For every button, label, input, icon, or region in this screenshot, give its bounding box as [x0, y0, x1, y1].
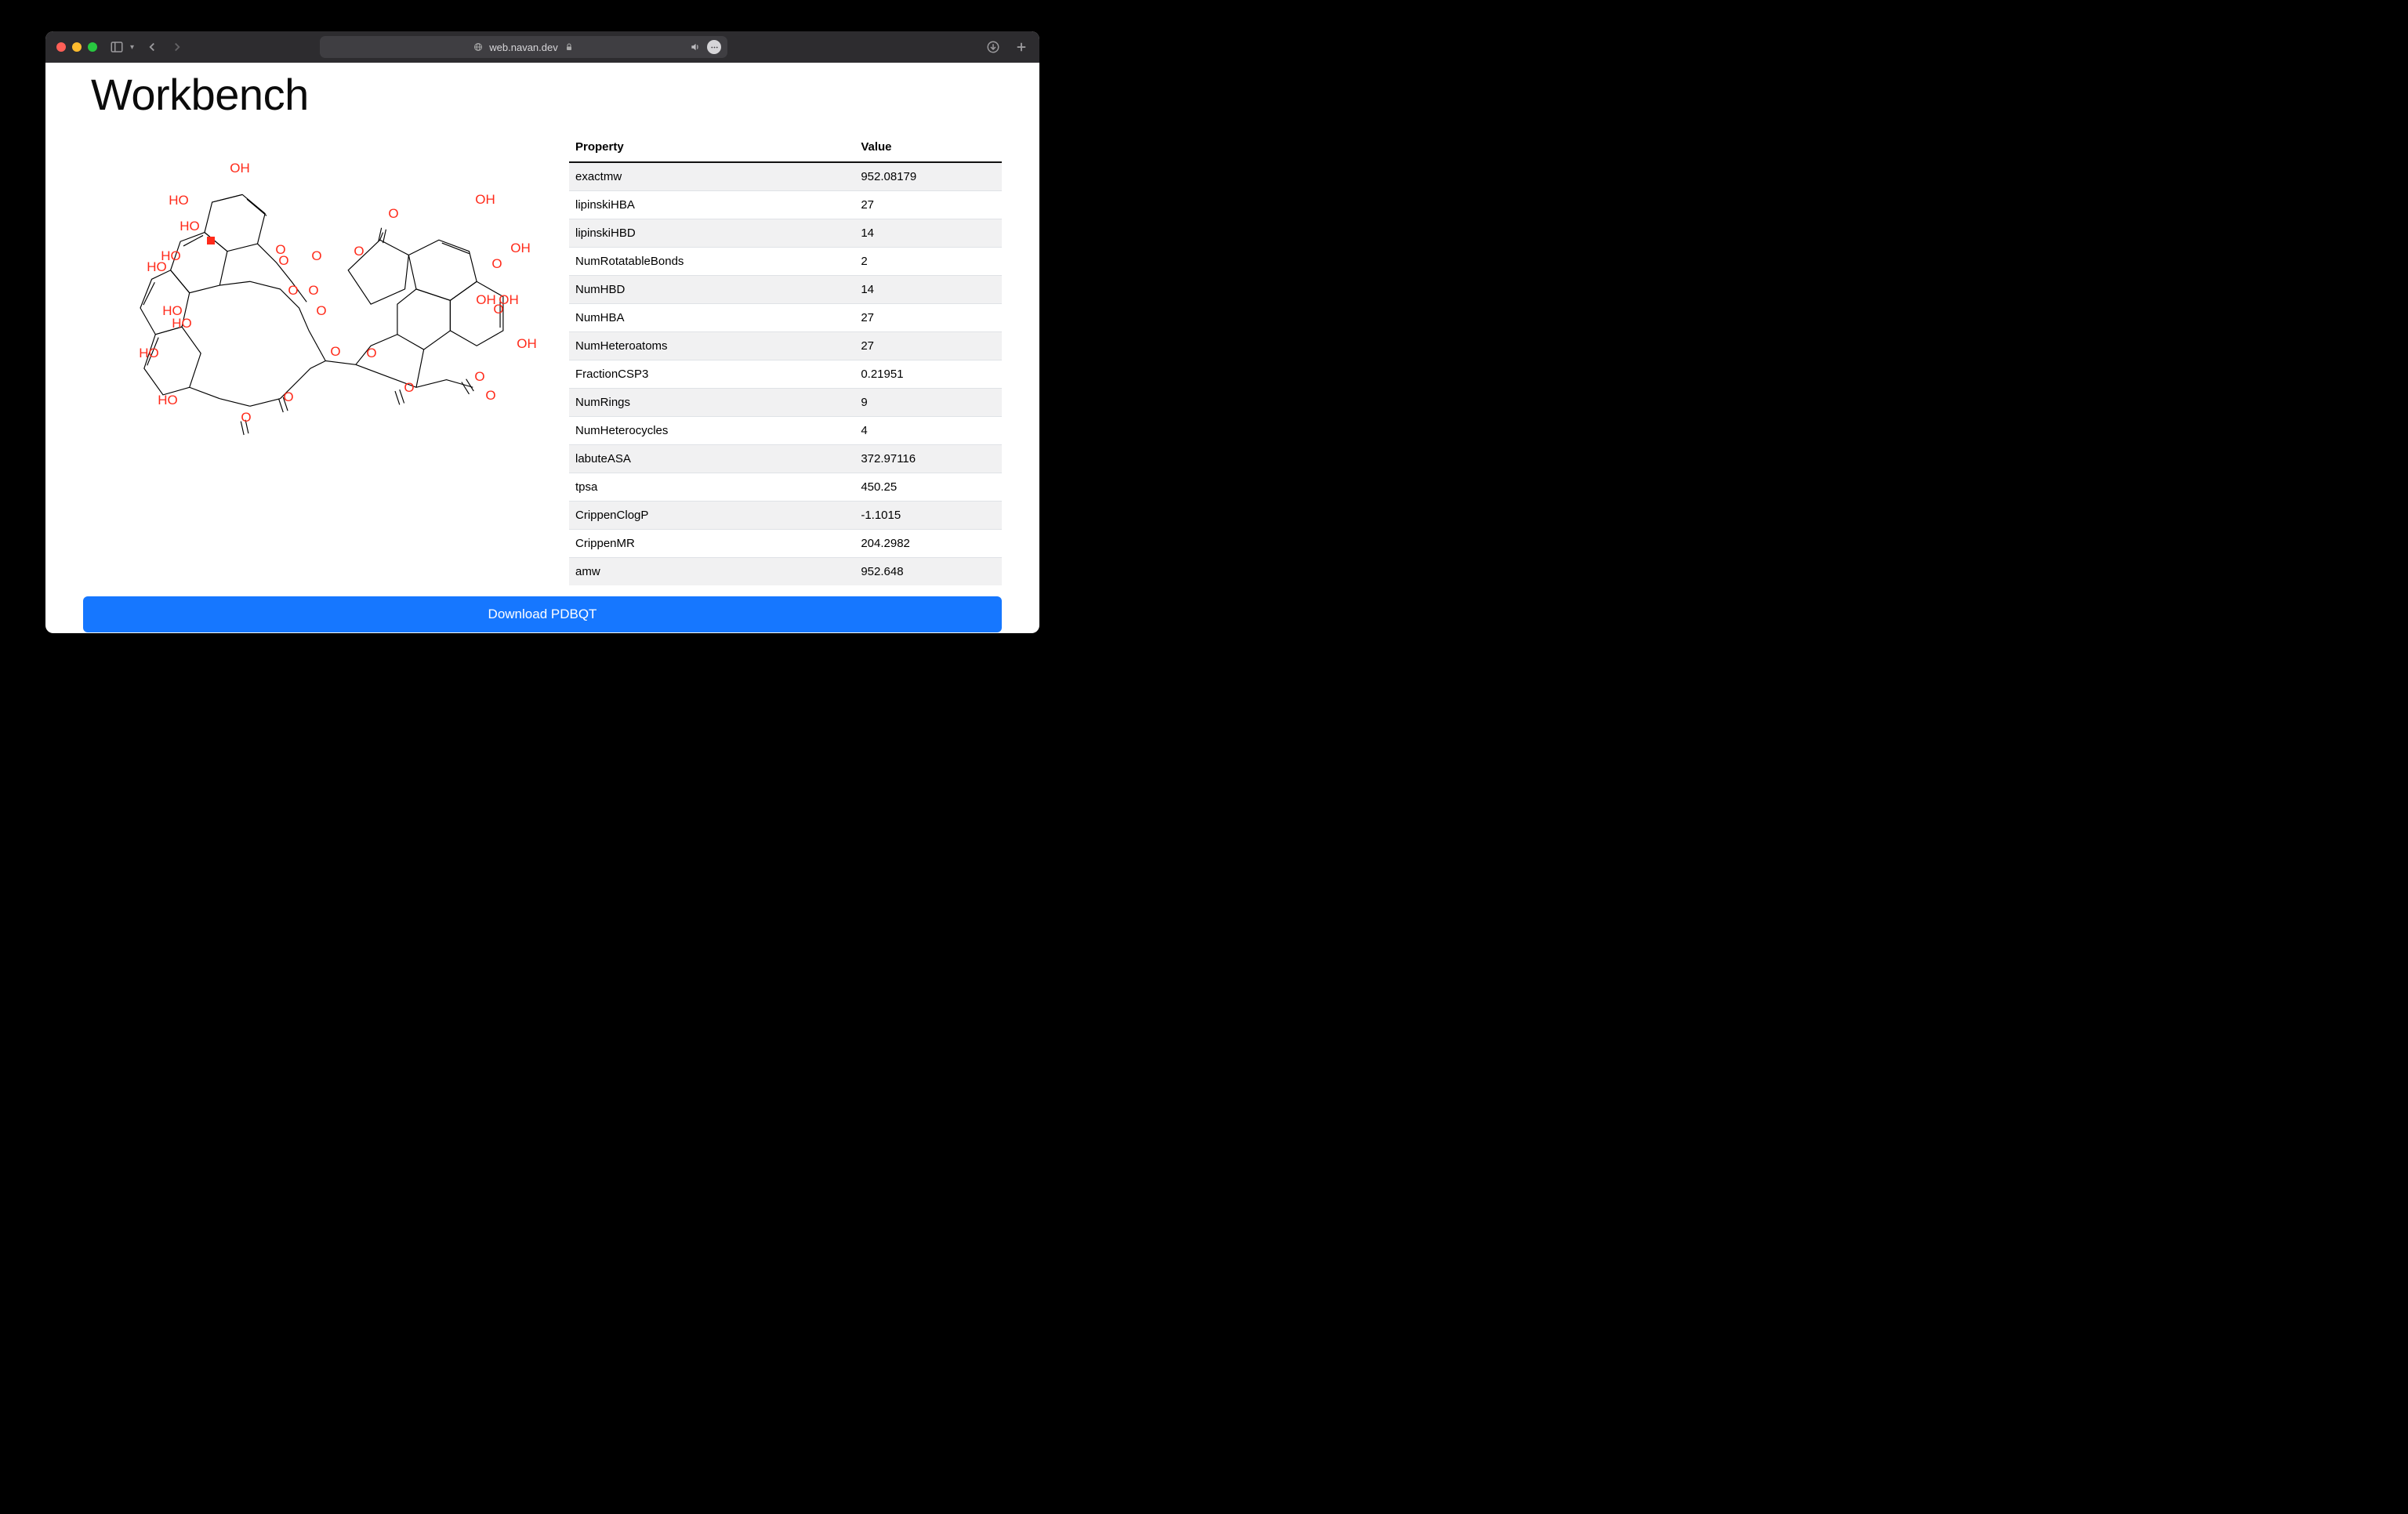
value-cell: 27 [854, 304, 1002, 332]
molecule-diagram: OHHOHOHOHOOOOOOOOOOHOHOHOHOHOOHOHOHOHOOO… [99, 151, 522, 465]
table-row: tpsa450.25 [569, 473, 1002, 502]
property-cell: CrippenClogP [569, 502, 854, 530]
speaker-icon[interactable] [690, 42, 701, 53]
table-row: NumRotatableBonds2 [569, 248, 1002, 276]
atom-marker-icon [207, 237, 215, 244]
page-title: Workbench [91, 69, 994, 120]
value-cell: 14 [854, 276, 1002, 304]
atom-label: O [354, 244, 364, 259]
atom-label: O [330, 344, 340, 360]
table-row: exactmw952.08179 [569, 162, 1002, 191]
property-cell: lipinskiHBA [569, 191, 854, 219]
properties-table: Property Value exactmw952.08179lipinskiH… [569, 132, 1002, 585]
atom-label: O [388, 206, 398, 222]
atom-label: O [241, 410, 251, 426]
atom-label: O [311, 248, 321, 264]
atom-label: O [474, 369, 484, 385]
property-cell: NumHBA [569, 304, 854, 332]
property-cell: NumRings [569, 389, 854, 417]
value-cell: 14 [854, 219, 1002, 248]
table-row: NumHBD14 [569, 276, 1002, 304]
table-row: NumHeterocycles4 [569, 417, 1002, 445]
atom-label: O [288, 283, 298, 299]
value-cell: 9 [854, 389, 1002, 417]
table-row: CrippenMR204.2982 [569, 530, 1002, 558]
atom-label: O [491, 256, 502, 272]
address-bar[interactable]: web.navan.dev [320, 36, 727, 58]
atom-label: O [485, 388, 495, 404]
property-cell: FractionCSP3 [569, 360, 854, 389]
property-cell: tpsa [569, 473, 854, 502]
chevron-down-icon[interactable]: ▾ [130, 43, 134, 52]
property-cell: NumHeteroatoms [569, 332, 854, 360]
property-cell: amw [569, 558, 854, 586]
table-row: FractionCSP30.21951 [569, 360, 1002, 389]
value-cell: 952.648 [854, 558, 1002, 586]
minimize-window-button[interactable] [72, 42, 82, 52]
table-row: labuteASA372.97116 [569, 445, 1002, 473]
value-cell: 27 [854, 332, 1002, 360]
window-controls [56, 42, 97, 52]
atom-label: HO [169, 193, 189, 208]
atom-label: O [316, 303, 326, 319]
value-cell: 2 [854, 248, 1002, 276]
atom-label: O [278, 253, 288, 269]
atom-label: O [366, 346, 376, 361]
value-cell: 204.2982 [854, 530, 1002, 558]
table-row: NumRings9 [569, 389, 1002, 417]
sidebar-toggle-icon[interactable] [110, 40, 124, 54]
titlebar: ▾ web.navan.dev [45, 31, 1039, 63]
property-cell: lipinskiHBD [569, 219, 854, 248]
property-cell: exactmw [569, 162, 854, 191]
molecule-panel: OHHOHOHOHOOOOOOOOOOHOHOHOHOHOOHOHOHOHOOO… [83, 126, 538, 585]
column-header-value: Value [854, 132, 1002, 162]
table-row: lipinskiHBA27 [569, 191, 1002, 219]
forward-button-icon[interactable] [170, 40, 184, 54]
atom-label: HO [172, 316, 192, 331]
table-row: lipinskiHBD14 [569, 219, 1002, 248]
reader-icon[interactable] [707, 40, 721, 54]
atom-label: OH [230, 161, 250, 176]
table-row: amw952.648 [569, 558, 1002, 586]
value-cell: 27 [854, 191, 1002, 219]
property-cell: NumHeterocycles [569, 417, 854, 445]
atom-label: HO [147, 259, 167, 275]
value-cell: 4 [854, 417, 1002, 445]
table-row: NumHBA27 [569, 304, 1002, 332]
globe-icon [473, 42, 483, 52]
value-cell: 952.08179 [854, 162, 1002, 191]
property-cell: CrippenMR [569, 530, 854, 558]
atom-label: O [404, 380, 414, 396]
table-row: NumHeteroatoms27 [569, 332, 1002, 360]
atom-label: HO [158, 393, 178, 408]
property-cell: NumHBD [569, 276, 854, 304]
value-cell: 372.97116 [854, 445, 1002, 473]
lock-icon [564, 42, 574, 52]
download-pdbqt-button[interactable]: Download PDBQT [83, 596, 1002, 632]
maximize-window-button[interactable] [88, 42, 97, 52]
atom-label: HO [180, 219, 200, 234]
property-cell: labuteASA [569, 445, 854, 473]
close-window-button[interactable] [56, 42, 66, 52]
atom-label: OH [510, 241, 531, 256]
atom-label: O [493, 302, 503, 317]
table-row: CrippenClogP-1.1015 [569, 502, 1002, 530]
browser-window: ▾ web.navan.dev [45, 31, 1039, 633]
atom-label: HO [139, 346, 159, 361]
downloads-icon[interactable] [986, 40, 1000, 54]
property-cell: NumRotatableBonds [569, 248, 854, 276]
back-button-icon[interactable] [145, 40, 159, 54]
new-tab-icon[interactable] [1014, 40, 1028, 54]
atom-label: O [283, 389, 293, 405]
value-cell: 0.21951 [854, 360, 1002, 389]
page-content: Workbench [45, 63, 1039, 633]
atom-label: O [308, 283, 318, 299]
value-cell: 450.25 [854, 473, 1002, 502]
atom-label: OH [475, 192, 495, 208]
address-host: web.navan.dev [489, 42, 557, 53]
value-cell: -1.1015 [854, 502, 1002, 530]
atom-label: OH [517, 336, 537, 352]
column-header-property: Property [569, 132, 854, 162]
